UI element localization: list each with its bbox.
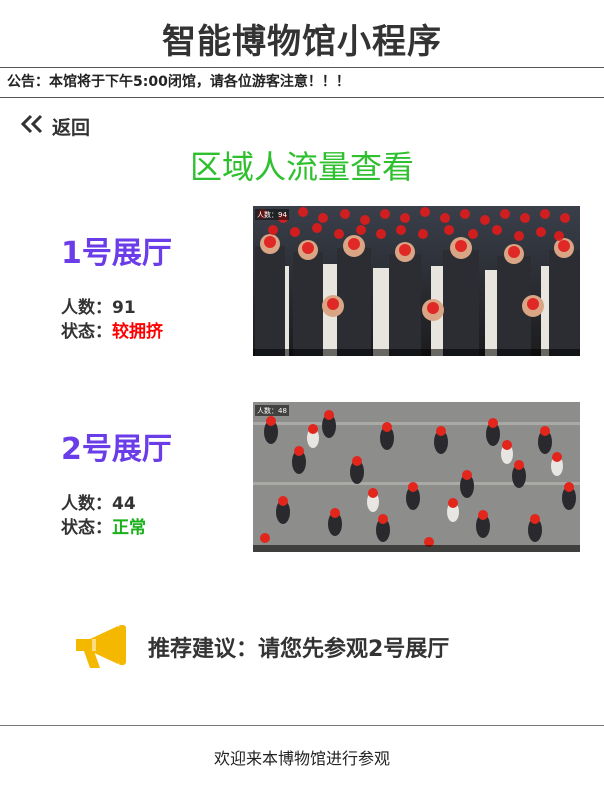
footer: 欢迎来本博物馆进行参观 <box>0 725 604 794</box>
hall-name: 1号展厅 <box>61 236 172 271</box>
visitor-count: 人数：44 <box>61 489 136 514</box>
count-value: 91 <box>112 298 136 318</box>
crowd-status: 状态：正常 <box>61 513 146 538</box>
crowd-photo: 人数：48 <box>253 402 580 552</box>
section-title: 区域人流量查看 <box>189 148 414 186</box>
status-label: 状态： <box>61 322 112 342</box>
hall-name: 2号展厅 <box>61 432 172 467</box>
image-overlay-count: 人数：94 <box>257 210 287 219</box>
count-label: 人数： <box>61 298 112 318</box>
recommendation-text: 推荐建议：请您先参观2号展厅 <box>148 637 450 662</box>
status-value: 较拥挤 <box>112 322 163 342</box>
app-title: 智能博物馆小程序 <box>162 22 442 62</box>
crowd-photo: 人数：94 <box>253 206 580 356</box>
visitor-count: 人数：91 <box>61 293 136 318</box>
hall-card-2: 2号展厅 人数：44 状态：正常 人数：48 <box>0 402 604 552</box>
status-label: 状态： <box>61 518 112 538</box>
status-value: 正常 <box>112 518 146 538</box>
hall-camera-image: 人数：94 <box>253 206 580 356</box>
crowd-status: 状态：较拥挤 <box>61 317 163 342</box>
hall-camera-image: 人数：48 <box>253 402 580 552</box>
double-chevron-left-icon <box>20 114 46 138</box>
footer-text: 欢迎来本博物馆进行参观 <box>213 749 390 768</box>
count-value: 44 <box>112 494 136 514</box>
image-overlay-count: 人数：48 <box>257 406 287 415</box>
back-label: 返回 <box>52 116 91 139</box>
notice-text: 公告：本馆将于下午5:00闭馆，请各位游客注意！！！ <box>7 74 350 90</box>
megaphone-icon <box>72 622 130 672</box>
recommendation: 推荐建议：请您先参观2号展厅 <box>72 622 449 672</box>
count-label: 人数： <box>61 494 112 514</box>
back-button[interactable]: 返回 <box>20 112 90 140</box>
hall-card-1: 1号展厅 人数：91 状态：较拥挤 人数：94 <box>0 206 604 356</box>
notice-bar: 公告：本馆将于下午5:00闭馆，请各位游客注意！！！ <box>0 67 604 98</box>
